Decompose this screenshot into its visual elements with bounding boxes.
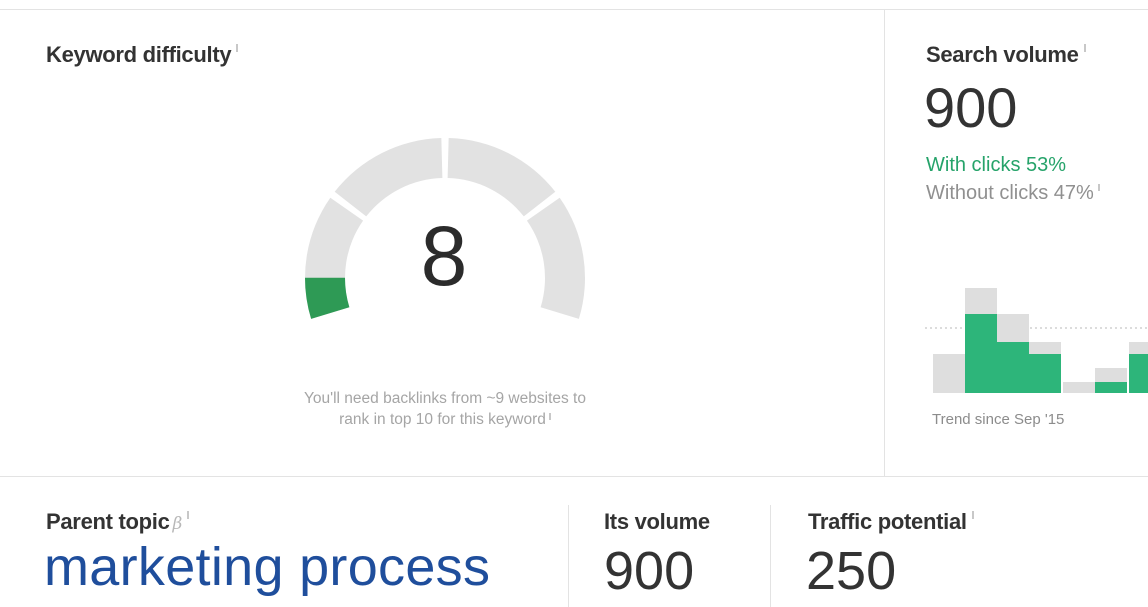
difficulty-score: 8 [420,209,468,303]
trend-bar-fg [997,342,1029,393]
trend-bar-fg [1029,354,1061,393]
beta-badge: β [172,514,183,534]
with-clicks-stat: With clicks 53% [926,154,1067,176]
info-icon[interactable] [187,511,190,519]
column-divider [884,10,885,476]
keyword-difficulty-title: Keyword difficulty [46,42,239,68]
info-icon[interactable] [236,44,239,52]
info-icon[interactable] [548,413,551,420]
volume-trend-chart [925,288,1148,393]
parent-topic-title: Parent topic β [46,509,190,535]
its-volume-value: 900 [604,541,695,601]
traffic-potential-value: 250 [806,541,897,601]
column-divider-bottom-2 [770,505,771,607]
trend-bar-bg [933,354,965,393]
keyword-overview-panel: Keyword difficulty 8 You'll need backlin… [0,0,1148,607]
without-clicks-stat: Without clicks 47% [926,182,1100,205]
gauge-segment-3 [447,138,556,217]
column-divider-bottom-1 [568,505,569,607]
trend-bar-fg [965,314,997,393]
top-divider [0,9,1148,10]
parent-topic-link[interactable]: marketing process [44,540,490,594]
search-volume-value: 900 [924,76,1018,139]
traffic-potential-title: Traffic potential [808,509,974,535]
trend-caption: Trend since Sep '15 [932,411,1065,428]
trend-bar-fg [1095,382,1127,393]
trend-bar-fg [1129,354,1148,393]
gauge-segment-4 [526,197,585,319]
gauge-fill [304,277,350,319]
info-icon[interactable] [971,511,974,519]
search-volume-title: Search volume [926,42,1086,68]
its-volume-title: Its volume [604,509,710,534]
trend-bar-bg [1063,382,1095,393]
backlinks-note: You'll need backlinks from ~9 websites t… [304,390,586,428]
info-icon[interactable] [1083,44,1086,52]
gauge-segment-2 [334,138,443,217]
section-divider [0,476,1148,477]
info-icon[interactable] [1097,184,1100,191]
